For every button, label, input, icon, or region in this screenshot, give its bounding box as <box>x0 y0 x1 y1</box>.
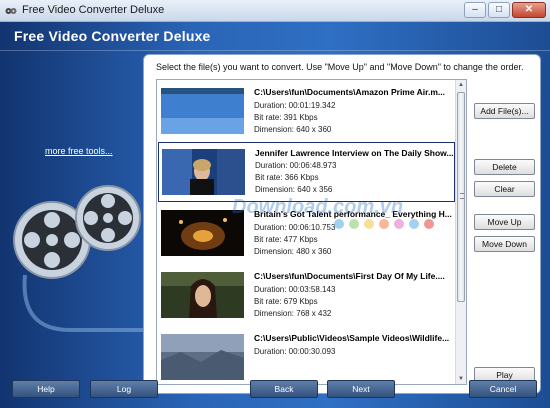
scroll-up-arrow-icon[interactable]: ▲ <box>456 80 466 90</box>
app-reel-icon <box>5 8 17 14</box>
title-bar[interactable]: Free Video Converter Deluxe – □ ✕ <box>0 0 550 22</box>
log-button[interactable]: Log <box>90 380 158 398</box>
app-window: Free Video Converter Deluxe – □ ✕ Free V… <box>0 0 550 408</box>
back-button[interactable]: Back <box>250 380 318 398</box>
file-duration: Duration: 00:03:58.143 <box>254 285 336 294</box>
video-thumbnail <box>161 334 244 380</box>
maximize-icon: □ <box>495 4 503 15</box>
scrollbar-grip-icon <box>460 193 464 199</box>
file-name: C:\Users\fun\Documents\Amazon Prime Air.… <box>254 87 445 97</box>
file-duration: Duration: 00:06:48.973 <box>255 161 337 170</box>
minimize-button[interactable]: – <box>464 2 486 18</box>
file-dimension: Dimension: 640 x 356 <box>255 185 333 194</box>
scrollbar-thumb[interactable] <box>457 92 465 302</box>
file-duration: Duration: 00:06:10.753 <box>254 223 336 232</box>
file-bitrate: Bit rate: 391 Kbps <box>254 113 318 122</box>
file-name: C:\Users\Public\Videos\Sample Videos\Wil… <box>254 333 450 343</box>
window-title: Free Video Converter Deluxe <box>22 4 165 16</box>
file-name: Jennifer Lawrence Interview on The Daily… <box>255 148 453 158</box>
delete-button[interactable]: Delete <box>474 159 535 175</box>
next-button[interactable]: Next <box>327 380 395 398</box>
cancel-button[interactable]: Cancel <box>469 380 537 398</box>
page-title: Free Video Converter Deluxe <box>14 28 211 44</box>
file-duration: Duration: 00:01:19.342 <box>254 101 336 110</box>
file-dimension: Dimension: 640 x 360 <box>254 125 332 134</box>
help-button[interactable]: Help <box>12 380 80 398</box>
watermark-dots <box>334 219 434 229</box>
close-icon: ✕ <box>524 4 534 15</box>
clear-button[interactable]: Clear <box>474 181 535 197</box>
file-dimension: Dimension: 768 x 432 <box>254 309 332 318</box>
video-thumbnail <box>162 149 245 195</box>
window-controls: – □ ✕ <box>464 2 546 18</box>
file-bitrate: Bit rate: 477 Kbps <box>254 235 318 244</box>
file-name: C:\Users\fun\Documents\First Day Of My L… <box>254 271 445 281</box>
file-item-first-day-of-my-life[interactable]: C:\Users\fun\Documents\First Day Of My L… <box>158 266 455 326</box>
video-thumbnail <box>161 88 244 134</box>
watermark-text: Download.com.vn <box>232 196 404 218</box>
file-bitrate: Bit rate: 679 Kbps <box>254 297 318 306</box>
file-list-items: C:\Users\fun\Documents\Amazon Prime Air.… <box>157 80 456 384</box>
video-thumbnail <box>161 272 244 318</box>
file-bitrate: Bit rate: 366 Kbps <box>255 173 319 182</box>
move-up-button[interactable]: Move Up <box>474 214 535 230</box>
header-divider <box>0 50 550 51</box>
film-reels-illustration <box>13 185 150 332</box>
close-button[interactable]: ✕ <box>512 2 546 18</box>
maximize-button[interactable]: □ <box>488 2 510 18</box>
file-item-amazon-prime-air[interactable]: C:\Users\fun\Documents\Amazon Prime Air.… <box>158 82 455 142</box>
scroll-down-arrow-icon[interactable]: ▼ <box>456 374 466 384</box>
minimize-icon: – <box>472 4 478 15</box>
file-item-jennifer-lawrence[interactable]: Jennifer Lawrence Interview on The Daily… <box>158 142 455 202</box>
file-item-wildlife[interactable]: C:\Users\Public\Videos\Sample Videos\Wil… <box>158 328 455 384</box>
file-list[interactable]: C:\Users\fun\Documents\Amazon Prime Air.… <box>156 79 467 385</box>
client-area: Free Video Converter Deluxe more free to… <box>0 22 550 408</box>
more-free-tools-link[interactable]: more free tools... <box>45 146 113 156</box>
file-dimension: Dimension: 480 x 360 <box>254 247 332 256</box>
move-down-button[interactable]: Move Down <box>474 236 535 252</box>
file-duration: Duration: 00:00:30.093 <box>254 347 336 356</box>
file-list-scrollbar[interactable]: ▲ ▼ <box>455 80 466 384</box>
add-files-button[interactable]: Add File(s)... <box>474 103 535 119</box>
instructions-text: Select the file(s) you want to convert. … <box>156 62 524 72</box>
